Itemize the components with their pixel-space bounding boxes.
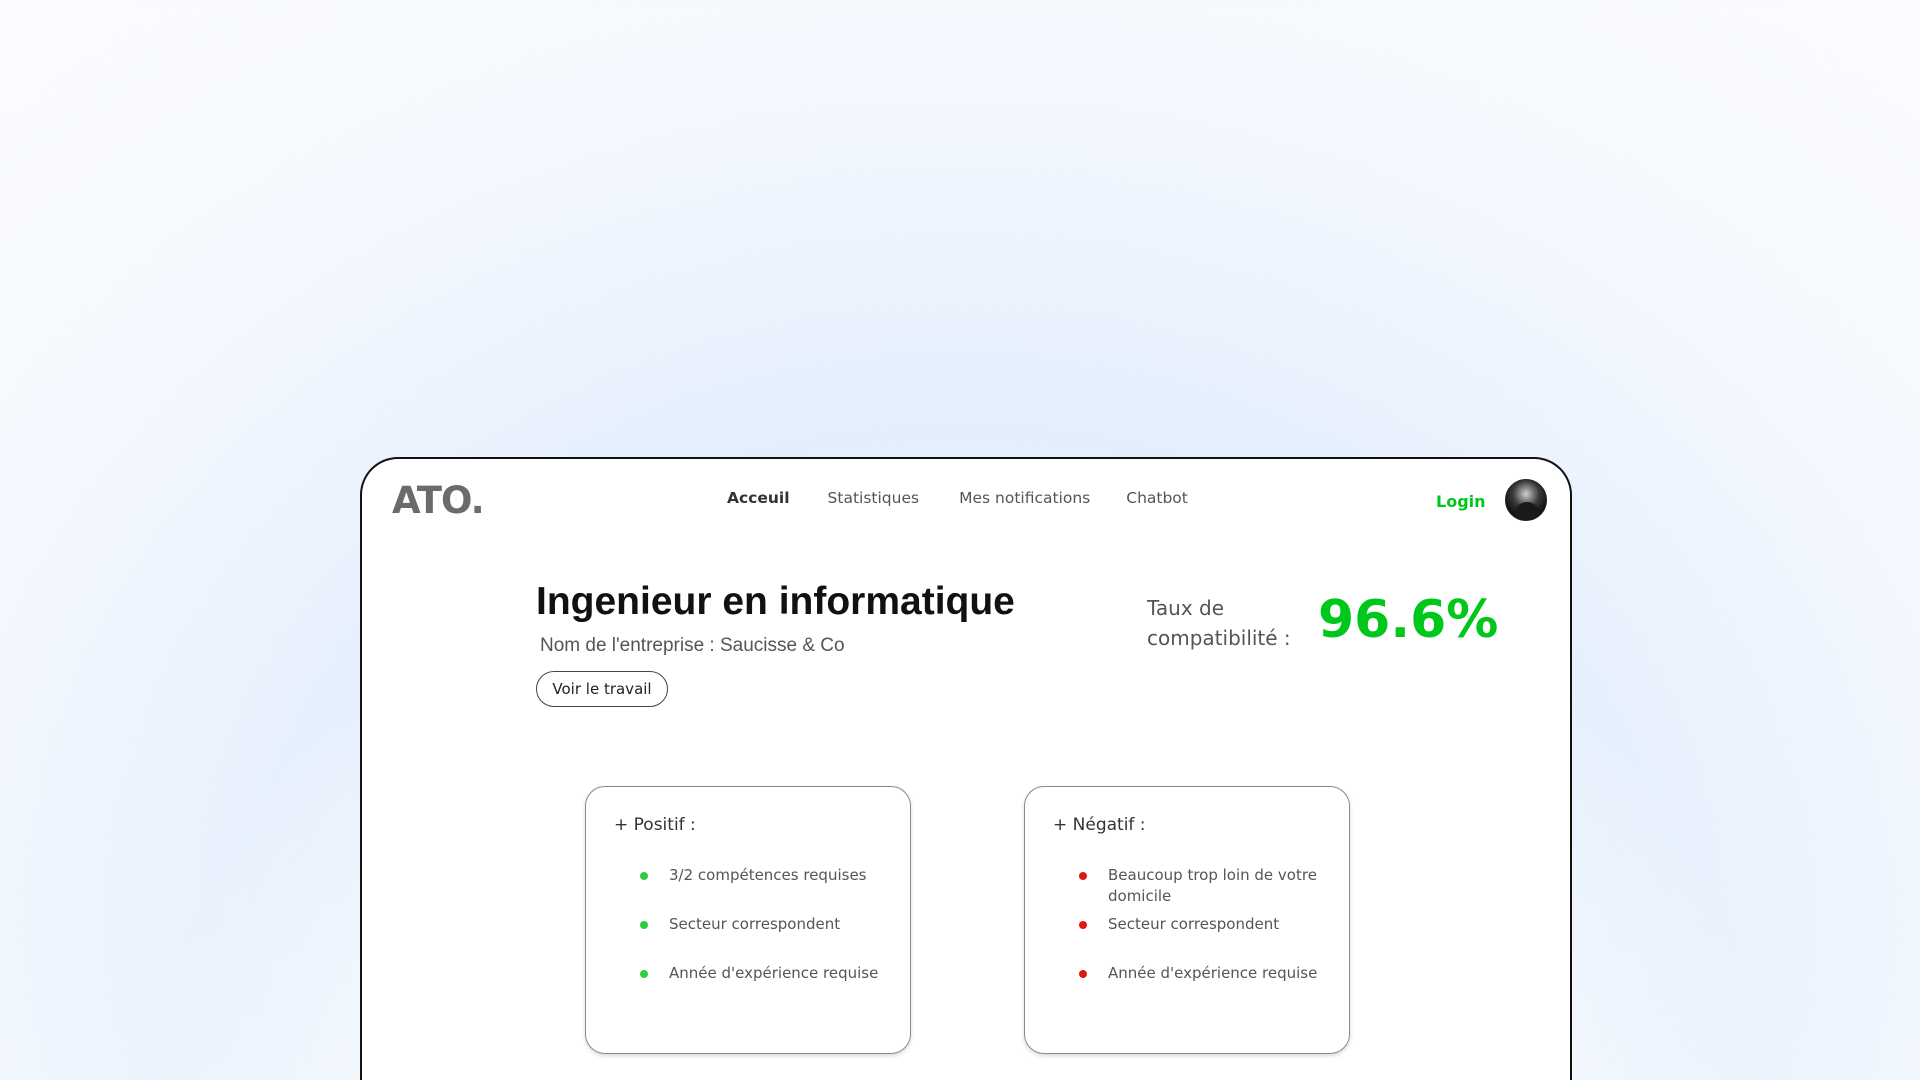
job-title: Ingenieur en informatique	[536, 580, 1015, 623]
nav-item-statistiques[interactable]: Statistiques	[828, 489, 920, 507]
red-dot-icon	[1079, 872, 1087, 880]
list-item-label: 3/2 compétences requises	[669, 866, 867, 884]
list-item-label: Secteur correspondent	[669, 915, 841, 933]
red-dot-icon	[1079, 970, 1087, 978]
list-item: Année d'expérience requise	[1079, 963, 1319, 984]
nav-item-chatbot[interactable]: Chatbot	[1126, 489, 1188, 507]
app-window: ATO. Acceuil Statistiques Mes notificati…	[360, 457, 1572, 1080]
negative-card-title: + Négatif :	[1053, 815, 1146, 835]
list-item: Année d'expérience requise	[640, 963, 880, 984]
list-item: Beaucoup trop loin de votre domicile	[1079, 865, 1319, 914]
list-item-label: Année d'expérience requise	[1108, 964, 1318, 982]
positive-list: 3/2 compétences requises Secteur corresp…	[640, 865, 880, 984]
green-dot-icon	[640, 872, 648, 880]
company-name: Nom de l'entreprise : Saucisse & Co	[540, 635, 845, 656]
login-link[interactable]: Login	[1436, 492, 1486, 511]
main-nav: Acceuil Statistiques Mes notifications C…	[727, 489, 1188, 507]
list-item-label: Secteur correspondent	[1108, 915, 1280, 933]
red-dot-icon	[1079, 921, 1087, 929]
list-item: 3/2 compétences requises	[640, 865, 880, 914]
green-dot-icon	[640, 921, 648, 929]
list-item: Secteur correspondent	[640, 914, 880, 963]
compatibility-value: 96.6%	[1318, 590, 1499, 650]
green-dot-icon	[640, 970, 648, 978]
list-item: Secteur correspondent	[1079, 914, 1319, 963]
nav-item-acceuil[interactable]: Acceuil	[727, 489, 790, 507]
positive-card: + Positif : 3/2 compétences requises Sec…	[585, 786, 911, 1054]
list-item-label: Année d'expérience requise	[669, 964, 879, 982]
app-logo[interactable]: ATO.	[392, 479, 485, 522]
nav-item-notifications[interactable]: Mes notifications	[959, 489, 1090, 507]
list-item-label: Beaucoup trop loin de votre domicile	[1108, 866, 1317, 905]
compatibility-label: Taux de compatibilité :	[1147, 596, 1291, 650]
user-avatar[interactable]	[1505, 479, 1547, 521]
negative-card: + Négatif : Beaucoup trop loin de votre …	[1024, 786, 1350, 1054]
view-job-button[interactable]: Voir le travail	[536, 671, 668, 707]
positive-card-title: + Positif :	[614, 815, 696, 835]
negative-list: Beaucoup trop loin de votre domicile Sec…	[1079, 865, 1319, 984]
